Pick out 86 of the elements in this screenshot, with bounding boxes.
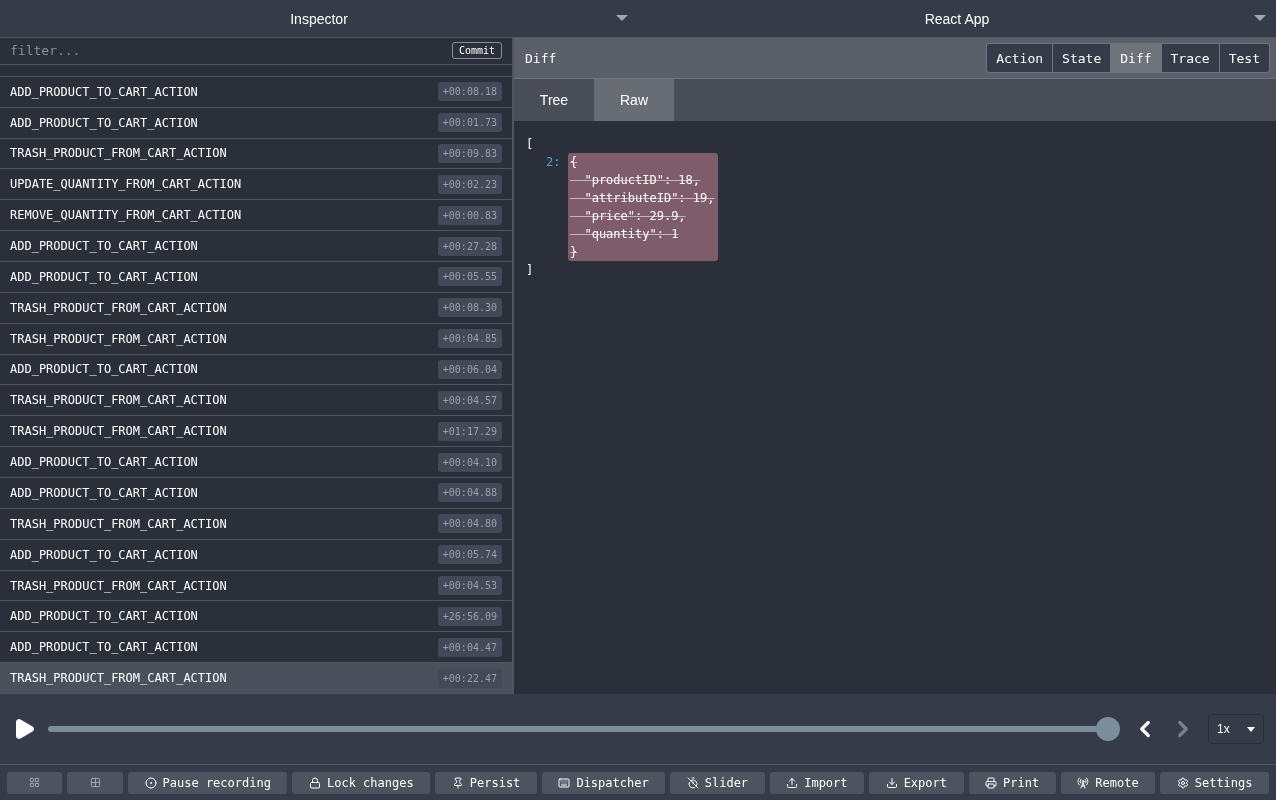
code-bracket: [	[526, 136, 534, 153]
action-time: +00:08.18	[437, 82, 502, 102]
action-time: +00:04.80	[437, 514, 502, 534]
action-time: +00:22.47	[437, 668, 502, 688]
action-name: TRASH_PRODUCT_FROM_CART_ACTION	[10, 300, 227, 315]
filter-field[interactable]: filter...	[10, 43, 444, 59]
monitor-select[interactable]: Inspector	[0, 0, 638, 37]
caret-icon	[616, 15, 628, 21]
action-time: +00:05.74	[437, 545, 502, 565]
panel-tab[interactable]: Trace	[1160, 44, 1219, 72]
record-icon	[144, 776, 157, 789]
action-name: TRASH_PRODUCT_FROM_CART_ACTION	[10, 516, 227, 531]
speed-select[interactable]: 1x	[1208, 714, 1264, 744]
layout-icon	[29, 777, 40, 788]
panel-tab[interactable]: Action	[987, 44, 1053, 72]
action-name: ADD_PRODUCT_TO_CART_ACTION	[10, 609, 198, 624]
action-time: +00:04.85	[437, 329, 502, 349]
action-time: +00:05.55	[437, 267, 502, 287]
action-time: +00:04.88	[437, 483, 502, 503]
action-name: TRASH_PRODUCT_FROM_CART_ACTION	[10, 331, 227, 346]
toolbar-button[interactable]: Import	[769, 771, 865, 794]
action-time: +00:00.83	[437, 205, 502, 225]
toolbar-button[interactable]: Export	[869, 771, 964, 794]
action-time: +00:06.04	[437, 360, 502, 379]
action-time: +00:27.28	[437, 236, 502, 256]
antenna-icon	[1077, 776, 1090, 789]
printer-icon	[985, 776, 998, 789]
action-time: +01:17.29	[437, 421, 502, 441]
action-name: TRASH_PRODUCT_FROM_CART_ACTION	[10, 578, 227, 593]
action-time: +00:04.10	[437, 452, 502, 472]
toolbar-button[interactable]: Lock changes	[292, 771, 431, 794]
action-time: +00:08.30	[437, 298, 502, 318]
layout-button[interactable]	[7, 771, 62, 794]
layout-button[interactable]	[67, 771, 123, 794]
toolbar-button[interactable]: Print	[968, 771, 1056, 794]
toolbar-button[interactable]: Remote	[1060, 771, 1156, 794]
timer-off-icon	[686, 776, 699, 789]
action-name: TRASH_PRODUCT_FROM_CART_ACTION	[10, 146, 227, 161]
action-time: +26:56.09	[437, 606, 502, 626]
settings-icon	[1176, 776, 1189, 789]
action-name: ADD_PRODUCT_TO_CART_ACTION	[10, 547, 198, 562]
toolbar-button[interactable]: Pause recording	[128, 771, 288, 794]
pin-icon	[451, 776, 464, 789]
action-name: REMOVE_QUANTITY_FROM_CART_ACTION	[10, 208, 242, 223]
action-time: +00:04.57	[437, 390, 502, 410]
commit-button[interactable]: Commit	[451, 42, 502, 60]
action-time: +00:02.23	[437, 174, 502, 194]
action-name: ADD_PRODUCT_TO_CART_ACTION	[10, 84, 198, 99]
toolbar-button[interactable]: Slider	[670, 771, 765, 794]
slider-thumb[interactable]	[1096, 717, 1120, 741]
action-name: ADD_PRODUCT_TO_CART_ACTION	[10, 362, 198, 377]
action-name: UPDATE_QUANTITY_FROM_CART_ACTION	[10, 177, 242, 192]
action-name: TRASH_PRODUCT_FROM_CART_ACTION	[10, 424, 227, 439]
keyboard-icon	[558, 776, 571, 789]
action-name: ADD_PRODUCT_TO_CART_ACTION	[10, 640, 198, 655]
code-key: 2:	[546, 153, 568, 261]
toolbar-button[interactable]: Dispatcher	[541, 771, 666, 794]
panel-tab[interactable]: Test	[1218, 44, 1269, 72]
caret-icon	[1247, 726, 1255, 732]
removed-value: { "productID": 18, "attributeID": 19, "price": 29.9, "quantity": 1 }	[568, 153, 718, 261]
instance-select[interactable]: React App	[638, 0, 1276, 37]
action-name: ADD_PRODUCT_TO_CART_ACTION	[10, 485, 198, 500]
action-row[interactable]: TRASH_PRODUCT_FROM_CART_ACTION +00:22.47	[0, 663, 512, 694]
action-name: ADD_PRODUCT_TO_CART_ACTION	[10, 115, 198, 130]
upload-icon	[786, 776, 799, 789]
action-time: +00:04.47	[437, 637, 502, 657]
download-icon	[885, 776, 898, 789]
action-name: ADD_PRODUCT_TO_CART_ACTION	[10, 455, 198, 470]
action-time: +00:01.73	[437, 113, 502, 133]
action-time: +00:04.53	[437, 576, 502, 595]
action-time: +00:09.83	[437, 143, 502, 163]
view-tab[interactable]: Raw	[594, 79, 674, 121]
grid-icon	[89, 777, 101, 788]
action-name: ADD_PRODUCT_TO_CART_ACTION	[10, 269, 198, 284]
caret-icon	[1254, 15, 1266, 21]
code-bracket: ]	[526, 262, 534, 279]
panel-title: Diff	[525, 50, 557, 66]
action-name: ADD_PRODUCT_TO_CART_ACTION	[10, 239, 198, 254]
timeline-slider[interactable]	[48, 717, 1120, 741]
toolbar-button[interactable]: Settings	[1160, 771, 1270, 794]
panel-tab[interactable]: State	[1052, 44, 1111, 72]
toolbar-button[interactable]: Persist	[435, 771, 537, 794]
lock-icon	[309, 776, 321, 789]
action-name: TRASH_PRODUCT_FROM_CART_ACTION	[10, 393, 227, 408]
action-name: TRASH_PRODUCT_FROM_CART_ACTION	[10, 671, 227, 686]
panel-tab[interactable]: Diff	[1110, 44, 1161, 72]
